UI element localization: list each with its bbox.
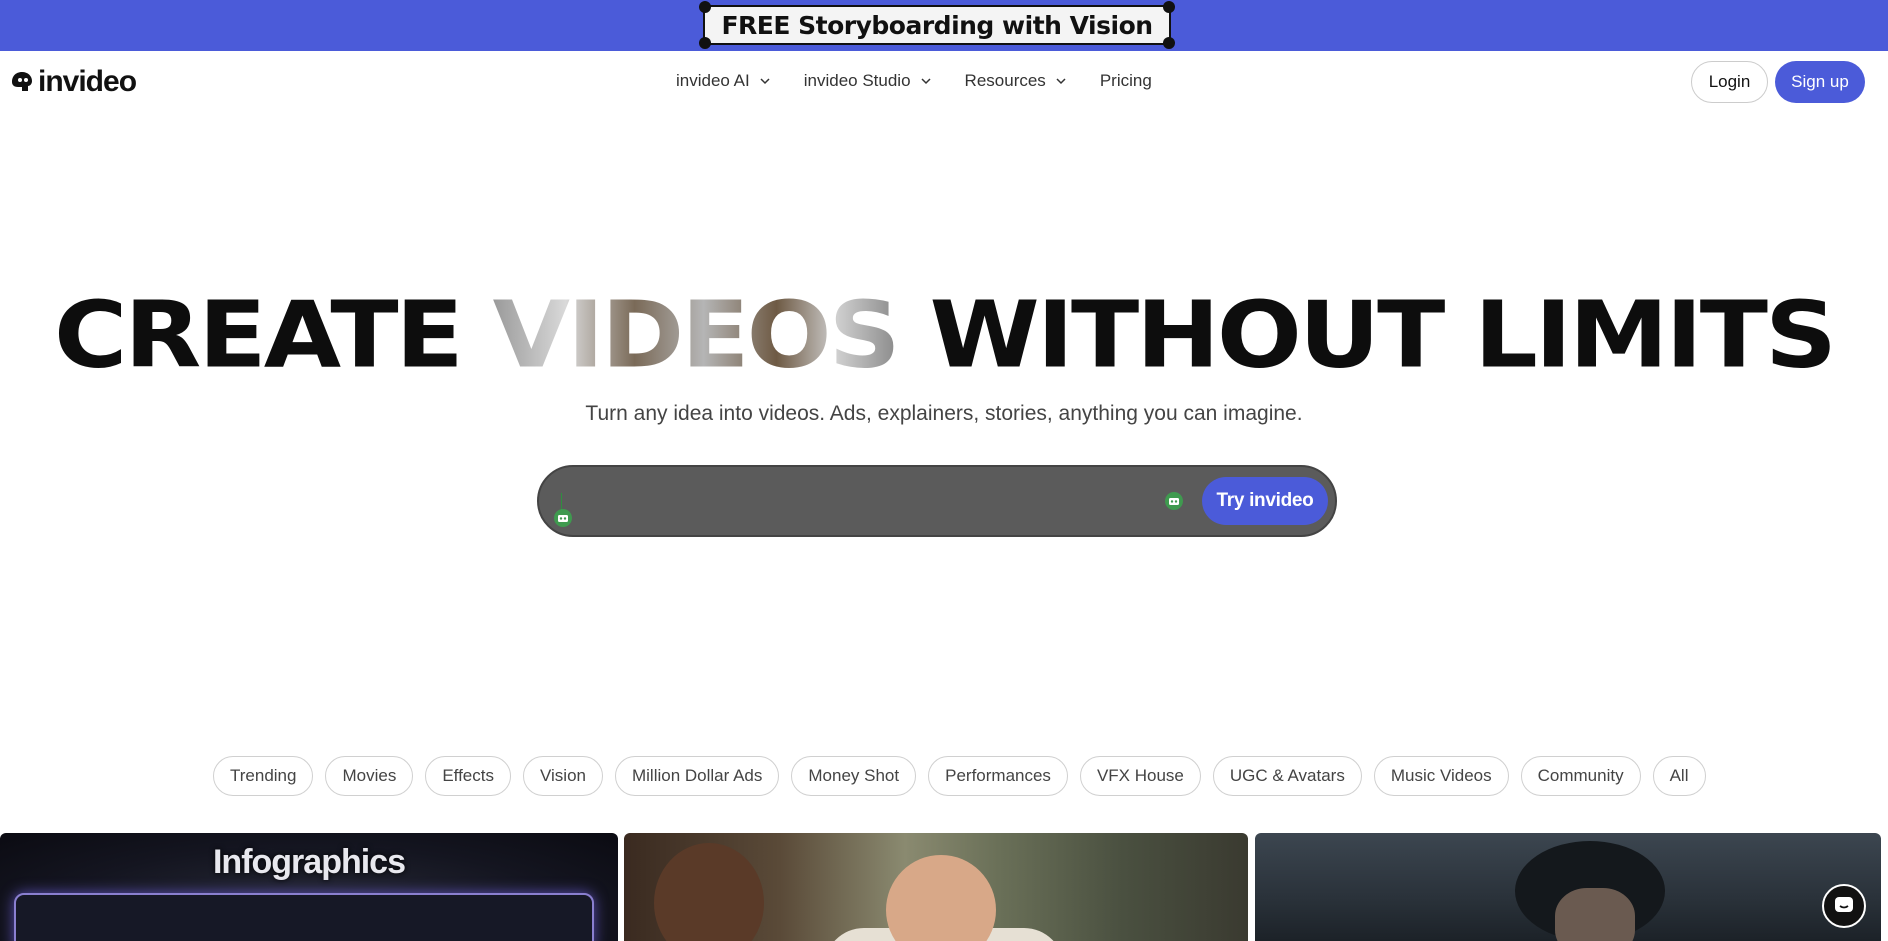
hero-title-pre: CREATE [54,280,493,389]
chip-movies[interactable]: Movies [325,756,414,796]
category-chips: Trending Movies Effects Vision Million D… [213,756,1706,796]
chat-icon [1835,897,1853,912]
nav-pricing[interactable]: Pricing [1100,71,1152,91]
video-thumbnail-movie[interactable] [624,833,1248,941]
hero-subtitle: Turn any idea into videos. Ads, explaine… [585,402,1303,425]
chip-trending[interactable]: Trending [213,756,314,796]
thumbnail-panel [14,893,594,941]
nav-resources[interactable]: Resources [965,71,1066,91]
hero-title: CREATE VIDEOS WITHOUT LIMITS [0,284,1888,385]
promo-text: FREE Storyboarding with Vision [721,10,1153,40]
chip-effects[interactable]: Effects [425,756,511,796]
nav-link-label: invideo AI [676,71,750,90]
brand-name: invideo [38,65,137,98]
nav-links: invideo AI invideo Studio Resources Pric… [676,71,1152,91]
login-button[interactable]: Login [1691,61,1768,103]
chevron-down-icon [921,78,931,85]
corner-handle [699,37,711,49]
invideo-logo-icon [12,72,32,91]
nav-link-label: Resources [964,71,1046,90]
nav-invideo-ai[interactable]: invideo AI [676,71,770,91]
chip-vision[interactable]: Vision [522,756,603,796]
chip-vfx-house[interactable]: VFX House [1079,756,1201,796]
chat-launcher-button[interactable] [1822,884,1866,928]
chip-all[interactable]: All [1652,756,1706,796]
prompt-bar[interactable]: Try invideo [537,465,1337,537]
corner-handle [699,1,711,13]
bot-icon[interactable] [1165,492,1183,510]
chip-ugc-avatars[interactable]: UGC & Avatars [1212,756,1362,796]
chip-community[interactable]: Community [1520,756,1641,796]
signup-button[interactable]: Sign up [1775,61,1865,103]
hero-title-post: WITHOUT LIMITS [897,280,1837,389]
try-invideo-button[interactable]: Try invideo [1202,477,1328,525]
brand-logo[interactable]: invideo [8,65,137,99]
thumbnail-title: Infographics [212,843,406,881]
thumbnail-figure [1555,888,1635,941]
thumbnail-figure [654,843,764,941]
chip-music-videos[interactable]: Music Videos [1373,756,1509,796]
bot-icon[interactable] [554,509,572,527]
chip-million-dollar-ads[interactable]: Million Dollar Ads [614,756,780,796]
nav-link-label: Pricing [1099,71,1152,90]
video-thumbnail-portrait[interactable] [1255,833,1881,941]
promo-card[interactable]: FREE Storyboarding with Vision [699,1,1175,49]
hero-title-media-word: VIDEOS [492,280,901,389]
nav-link-label: invideo Studio [803,71,911,90]
promo-banner[interactable]: FREE Storyboarding with Vision [0,0,1888,51]
corner-handle [1163,37,1175,49]
thumbnail-figure [886,855,996,941]
corner-handle [1163,1,1175,13]
nav-invideo-studio[interactable]: invideo Studio [804,71,931,91]
chip-money-shot[interactable]: Money Shot [791,756,917,796]
chip-performances[interactable]: Performances [928,756,1068,796]
chevron-down-icon [1056,78,1066,85]
chevron-down-icon [760,78,770,85]
top-nav: invideo invideo AI invideo Studio Resour… [0,51,1888,113]
video-thumbnail-infographics[interactable]: Infographics [0,833,618,941]
